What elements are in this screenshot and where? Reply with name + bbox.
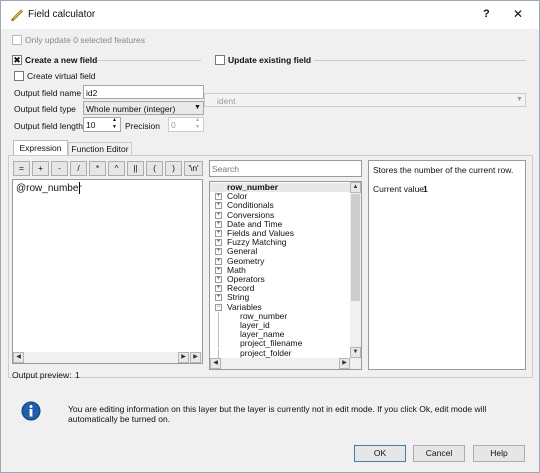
expand-icon[interactable]: +: [215, 266, 222, 274]
chevron-down-icon: ▼: [516, 96, 523, 103]
tree-item[interactable]: row_number: [210, 311, 350, 321]
update-existing-field-checkbox[interactable]: [215, 55, 225, 65]
help-panel: Stores the number of the current row. Cu…: [368, 160, 526, 370]
group-line: [314, 60, 526, 61]
group-line: [97, 60, 201, 61]
output-field-type-label: Output field type: [14, 104, 76, 114]
spin-up-icon[interactable]: ▲: [195, 117, 200, 123]
chevron-down-icon: ▼: [194, 104, 201, 111]
only-update-selected-label: Only update 0 selected features: [25, 35, 146, 45]
existing-field-select[interactable]: ident ▼: [204, 93, 526, 107]
precision-spinbox[interactable]: 0 ▲ ▼: [168, 117, 204, 132]
output-preview-value: 1: [75, 370, 80, 380]
tree-guide-line: [218, 330, 219, 340]
tree-guide-line: [218, 339, 219, 349]
tab-function-editor[interactable]: Function Editor: [68, 142, 132, 155]
tree-guide-line: [218, 348, 219, 358]
scroll-right-end-icon[interactable]: ▶: [190, 352, 201, 363]
operator-open-paren-button[interactable]: (: [146, 161, 163, 176]
output-field-length-label: Output field length: [14, 121, 83, 131]
expression-editor[interactable]: @row_number ◀ ▶ ▶: [12, 179, 203, 364]
operator-newline-button[interactable]: '\n': [184, 161, 203, 176]
operator-toolbar: = + - / * ^ || ( ) '\n': [13, 161, 203, 177]
function-search-input[interactable]: [209, 160, 362, 177]
output-field-name-input[interactable]: id2: [83, 85, 204, 99]
tree-guide-line: [218, 321, 219, 330]
spin-up-icon[interactable]: ▲: [112, 117, 117, 123]
function-tree[interactable]: row_number + Color + Conditionals + Conversion…: [209, 181, 362, 370]
expression-text: @row_number: [16, 183, 82, 194]
search-field[interactable]: [212, 163, 357, 174]
expand-icon[interactable]: +: [215, 220, 222, 228]
collapse-icon[interactable]: −: [215, 303, 222, 311]
expand-icon[interactable]: +: [215, 248, 222, 256]
scroll-right-icon[interactable]: ▶: [339, 358, 350, 369]
spin-down-icon[interactable]: ▼: [195, 124, 200, 130]
field-calculator-window: Field calculator ? ✕ Only update 0 selec…: [0, 0, 540, 473]
info-icon: [21, 401, 41, 421]
operator-minus-button[interactable]: -: [51, 161, 68, 176]
horizontal-scrollbar[interactable]: ◀ ▶ ▶: [13, 352, 202, 363]
only-update-selected-checkbox[interactable]: [12, 35, 22, 45]
scroll-up-icon[interactable]: ▲: [350, 182, 361, 193]
text-cursor: [79, 182, 80, 194]
scroll-left-icon[interactable]: ◀: [13, 352, 24, 363]
expand-icon[interactable]: +: [215, 276, 222, 283]
operator-power-button[interactable]: ^: [108, 161, 125, 176]
create-virtual-field-checkbox[interactable]: [14, 71, 24, 81]
operator-multiply-button[interactable]: *: [89, 161, 106, 176]
current-value-label: Current value:: [373, 184, 427, 194]
current-value: 1: [423, 184, 428, 194]
expand-icon[interactable]: +: [215, 257, 222, 265]
close-button[interactable]: ✕: [513, 7, 523, 21]
window-title: Field calculator: [28, 9, 96, 20]
operator-close-paren-button[interactable]: ): [165, 161, 182, 176]
help-description: Stores the number of the current row.: [373, 165, 514, 175]
output-preview-label: Output preview:: [12, 370, 72, 380]
cancel-button[interactable]: Cancel: [413, 445, 465, 462]
help-button[interactable]: ?: [483, 8, 490, 20]
create-new-field-label: Create a new field: [25, 55, 98, 65]
ok-button[interactable]: OK: [354, 445, 406, 462]
operator-divide-button[interactable]: /: [70, 161, 87, 176]
precision-label: Precision: [125, 121, 160, 131]
expand-icon[interactable]: +: [215, 285, 222, 293]
spin-down-icon[interactable]: ▼: [112, 124, 117, 130]
vertical-scrollbar[interactable]: ▲ ▼: [350, 182, 361, 369]
operator-concat-button[interactable]: ||: [127, 161, 144, 176]
tab-expression[interactable]: Expression: [13, 140, 68, 155]
expand-icon[interactable]: +: [215, 294, 222, 302]
app-icon: [10, 7, 24, 21]
info-message: You are editing information on this laye…: [68, 404, 487, 424]
expand-icon[interactable]: +: [215, 211, 222, 219]
create-new-field-checkbox[interactable]: ✖: [12, 55, 22, 65]
scroll-right-icon[interactable]: ▶: [178, 352, 189, 363]
expand-icon[interactable]: +: [215, 202, 222, 210]
output-field-type-select[interactable]: Whole number (integer) ▼: [83, 101, 204, 115]
output-field-name-label: Output field name: [14, 88, 82, 98]
scroll-down-icon[interactable]: ▼: [350, 347, 361, 358]
create-virtual-field-label: Create virtual field: [27, 71, 96, 81]
horizontal-scrollbar[interactable]: ◀ ▶: [210, 358, 350, 369]
tree-guide-line: [218, 311, 219, 321]
update-existing-field-label: Update existing field: [228, 55, 312, 65]
expand-icon[interactable]: +: [215, 193, 222, 201]
help-button-bottom[interactable]: Help: [473, 445, 525, 462]
scroll-left-icon[interactable]: ◀: [210, 358, 221, 369]
operator-plus-button[interactable]: +: [32, 161, 49, 176]
output-field-length-spinbox[interactable]: 10 ▲ ▼: [83, 117, 121, 132]
expand-icon[interactable]: +: [215, 239, 222, 247]
expand-icon[interactable]: +: [215, 230, 222, 237]
title-bar: Field calculator ? ✕: [1, 1, 539, 29]
operator-equals-button[interactable]: =: [13, 161, 30, 176]
scroll-thumb[interactable]: [351, 194, 360, 301]
